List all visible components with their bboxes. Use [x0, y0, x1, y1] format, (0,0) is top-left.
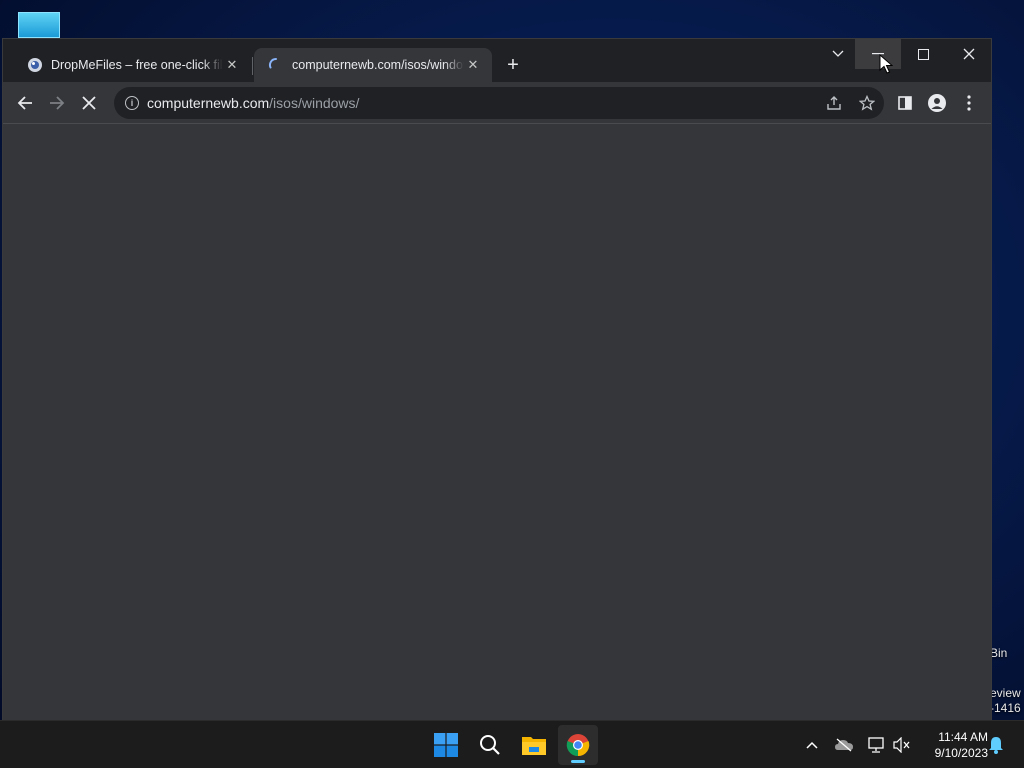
site-info-icon[interactable]: i — [125, 96, 139, 110]
tab-dropmefiles[interactable]: DropMeFiles – free one-click file ✕ — [13, 48, 251, 82]
url-text[interactable]: computernewb.com/isos/windows/ — [147, 95, 359, 111]
browser-toolbar: i computernewb.com/isos/windows/ — [3, 82, 991, 124]
chrome-taskbar-button[interactable] — [558, 725, 598, 765]
profile-button[interactable] — [923, 89, 951, 117]
active-app-indicator — [571, 760, 585, 763]
desktop-label-recycle-bin[interactable]: Bin — [990, 646, 1007, 660]
chevron-down-icon — [832, 50, 844, 57]
tab-close-icon[interactable]: ✕ — [223, 56, 241, 74]
desktop-folder-icon[interactable] — [18, 12, 60, 38]
back-button[interactable] — [11, 89, 39, 117]
search-button[interactable] — [470, 725, 510, 765]
tab-strip: DropMeFiles – free one-click file ✕ comp… — [3, 39, 991, 82]
stop-loading-button[interactable] — [75, 89, 103, 117]
bell-icon — [989, 737, 1003, 754]
share-icon — [827, 96, 841, 110]
url-path: /isos/windows/ — [269, 95, 360, 111]
forward-button[interactable] — [43, 89, 71, 117]
tab-close-icon[interactable]: ✕ — [464, 56, 482, 74]
mouse-cursor-icon — [879, 54, 893, 74]
notifications-button[interactable] — [984, 733, 1008, 757]
folder-icon — [522, 737, 546, 755]
chrome-icon — [566, 734, 590, 757]
maximize-icon — [917, 48, 929, 60]
chevron-up-icon — [806, 741, 818, 749]
tab-computernewb[interactable]: computernewb.com/isos/windows/ ✕ — [254, 48, 492, 82]
network-button[interactable] — [864, 733, 888, 757]
desktop-label-preview[interactable]: eview — [990, 686, 1021, 700]
onedrive-button[interactable] — [832, 733, 856, 757]
clock-date: 9/10/2023 — [934, 746, 988, 760]
kebab-menu-icon — [967, 95, 971, 111]
page-content[interactable] — [3, 124, 991, 721]
search-icon — [480, 735, 500, 755]
loading-spinner-icon — [268, 57, 277, 69]
maximize-button[interactable] — [900, 39, 946, 69]
close-icon — [82, 96, 96, 110]
close-icon — [963, 48, 975, 60]
minimize-button[interactable] — [855, 39, 901, 69]
avatar-icon — [928, 94, 946, 112]
volume-button[interactable] — [890, 733, 914, 757]
tab-title: computernewb.com/isos/windows/ — [292, 58, 464, 72]
side-panel-button[interactable] — [891, 89, 919, 117]
clock-time: 11:44 AM — [938, 730, 988, 744]
volume-muted-icon — [893, 737, 910, 753]
windows-logo-icon — [434, 733, 458, 757]
menu-button[interactable] — [955, 89, 983, 117]
tab-title: DropMeFiles – free one-click file — [51, 58, 223, 72]
url-host: computernewb.com — [147, 95, 270, 111]
network-icon — [868, 737, 884, 753]
share-button[interactable] — [824, 93, 844, 113]
address-bar[interactable]: i computernewb.com/isos/windows/ — [114, 87, 884, 119]
taskbar: 11:44 AM 9/10/2023 — [0, 720, 1024, 768]
show-hidden-icons-button[interactable] — [800, 733, 824, 757]
new-tab-button[interactable]: + — [501, 54, 525, 78]
close-window-button[interactable] — [946, 39, 992, 69]
system-clock[interactable]: 11:44 AM 9/10/2023 — [918, 729, 988, 761]
tab-separator — [252, 57, 253, 75]
start-button[interactable] — [426, 725, 466, 765]
arrow-right-icon — [50, 96, 65, 110]
desktop-label-build[interactable]: -1416 — [990, 701, 1021, 715]
chrome-window: DropMeFiles – free one-click file ✕ comp… — [2, 38, 992, 721]
side-panel-icon — [898, 96, 912, 110]
dropmefiles-favicon — [28, 58, 42, 72]
cloud-off-icon — [835, 738, 853, 752]
bookmark-button[interactable] — [857, 93, 877, 113]
file-explorer-button[interactable] — [514, 725, 554, 765]
star-icon — [859, 95, 875, 111]
arrow-left-icon — [17, 96, 32, 110]
